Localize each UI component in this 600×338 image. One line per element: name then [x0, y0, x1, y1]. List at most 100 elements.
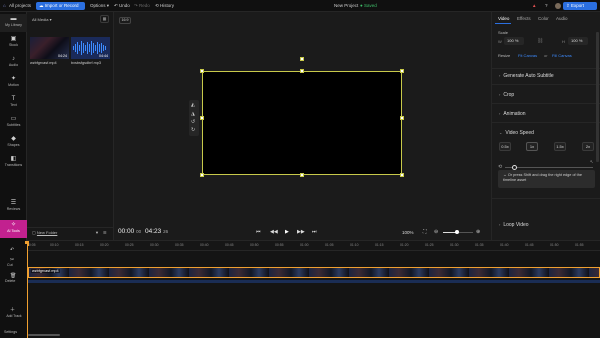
resize-handle[interactable] — [300, 173, 304, 177]
speed-1x[interactable]: 1x — [526, 142, 538, 151]
redo-icon: ↷ — [134, 3, 138, 8]
media-filter-dropdown[interactable]: All Media ▾ — [32, 17, 52, 22]
skip-end-icon[interactable]: ⏭ — [312, 229, 317, 235]
delete-label: Delete — [5, 279, 16, 283]
settings-label[interactable]: Settings — [4, 330, 17, 334]
text-icon: T — [11, 96, 16, 102]
rail-item-stock[interactable]: ▣ Stock — [0, 34, 27, 52]
resize-handle[interactable] — [400, 69, 404, 73]
resize-handle[interactable] — [400, 116, 404, 120]
resize-handle[interactable] — [400, 173, 404, 177]
timeline-tools: ↶ ✂ Cut 🗑 Delete ＋ Add Track Settings — [0, 244, 27, 338]
aspect-ratio-button[interactable]: 16:9 — [119, 17, 131, 24]
redo-button[interactable]: ↷ Redo — [134, 3, 150, 9]
link-icon[interactable]: ⛓ — [537, 38, 543, 44]
flip-vertical-icon[interactable]: ◮ — [191, 111, 195, 117]
canvas-toolbar: ◭ ◮ ↺ ↻ — [189, 100, 199, 136]
resize-handle[interactable] — [200, 69, 204, 73]
scale-height-input[interactable]: 100 % — [568, 37, 588, 45]
speed-hint: ↔ Or press Shift and drag the right edge… — [498, 170, 595, 188]
speed-2x[interactable]: 2x — [582, 142, 594, 151]
section-auto-subtitle[interactable]: › Generate Auto Subtitle — [499, 73, 554, 79]
section-loop-video[interactable]: › Loop Video — [499, 222, 529, 228]
rotate-right-icon[interactable]: ↻ — [191, 127, 195, 133]
new-folder-button[interactable]: ▢ New Folder — [32, 230, 57, 235]
history-icon: ⟲ — [155, 3, 159, 8]
scrollbar[interactable] — [596, 32, 599, 162]
flip-horizontal-icon[interactable]: ◭ — [191, 102, 195, 108]
rail-item-shapes[interactable]: ◆ Shapes — [0, 134, 27, 152]
tab-color[interactable]: Color — [538, 16, 549, 21]
speed-1-5x[interactable]: 1.5x — [554, 142, 566, 151]
add-track-label: Add Track — [6, 314, 22, 318]
folder-icon: ▬ — [10, 16, 17, 22]
rotate-handle[interactable] — [300, 57, 304, 61]
rotate-left-icon[interactable]: ↺ — [191, 119, 195, 125]
forward-icon[interactable]: ▶▶ — [297, 229, 305, 235]
rail-item-subtitles[interactable]: ▭ Subtitles — [0, 114, 27, 132]
notification-icon[interactable]: ▲ — [532, 3, 536, 9]
home-icon[interactable]: ⌂ — [3, 3, 6, 9]
rail-item-my-library[interactable]: ▬ My Library — [0, 14, 27, 32]
all-projects-link[interactable]: All projects — [9, 3, 31, 9]
help-icon[interactable]: ? — [545, 3, 548, 9]
avatar[interactable] — [555, 3, 561, 9]
speed-slider[interactable] — [505, 167, 593, 168]
rail-item-ai-tools[interactable]: ✧ AI Tools — [0, 220, 27, 238]
timeline-ruler[interactable]: 00:05 00:10 00:15 00:20 00:25 00:30 00:3… — [27, 241, 600, 251]
saved-status: ● Saved — [360, 3, 377, 8]
video-clip[interactable]: wzbfgrvasf.mp4 — [28, 267, 600, 278]
rewind-icon[interactable]: ◀◀ — [270, 229, 278, 235]
media-thumbnail-audio[interactable]: 04:44 — [71, 37, 110, 59]
resize-handle[interactable] — [300, 69, 304, 73]
project-title[interactable]: New Project — [334, 3, 358, 9]
add-track-icon[interactable]: ＋ — [10, 306, 15, 313]
filter-icon[interactable]: ▼ — [95, 230, 99, 235]
undo-button[interactable]: ↶ Undo — [114, 3, 130, 9]
scale-width-input[interactable]: 100 % — [504, 37, 524, 45]
resize-handle[interactable] — [200, 116, 204, 120]
tab-video[interactable]: Video — [498, 16, 509, 21]
playhead-line[interactable] — [27, 241, 28, 338]
zoom-slider-thumb[interactable] — [455, 230, 459, 234]
zoom-level[interactable]: 100% — [402, 230, 414, 235]
media-panel: All Media ▾ ▦ 04:24 wzbfgrvasf.mp4 04:44… — [27, 12, 114, 240]
fill-canvas-link[interactable]: Fill Canvas — [552, 53, 572, 58]
undo-icon[interactable]: ↶ — [10, 247, 14, 253]
tab-effects[interactable]: Effects — [517, 16, 531, 21]
resize-handle[interactable] — [200, 173, 204, 177]
play-icon[interactable]: ▶ — [285, 229, 289, 235]
properties-panel: Video Effects Color Audio Scale W 100 % … — [491, 12, 600, 240]
timeline-scrollbar[interactable] — [28, 334, 60, 336]
section-crop[interactable]: › Crop — [499, 92, 514, 98]
transitions-icon: ◧ — [10, 156, 17, 162]
audio-waveform-track[interactable] — [28, 280, 600, 283]
fit-canvas-link[interactable]: Fit Canvas — [518, 53, 537, 58]
rail-item-text[interactable]: T Text — [0, 94, 27, 112]
options-menu[interactable]: Options ▾ — [90, 3, 109, 9]
rail-item-motion[interactable]: ✦ Motion — [0, 74, 27, 92]
import-record-button[interactable]: ☁ Import or Record — [36, 2, 85, 10]
zoom-in-icon[interactable]: ⊕ — [476, 229, 480, 235]
rail-item-audio[interactable]: ♪ Audio — [0, 54, 27, 72]
height-label: H — [562, 39, 565, 44]
ai-tools-icon: ✧ — [10, 222, 17, 228]
export-button[interactable]: ⇪ Export — [563, 2, 597, 10]
list-view-icon[interactable]: ☰ — [103, 230, 107, 235]
grid-view-icon[interactable]: ▦ — [100, 15, 109, 23]
zoom-out-icon[interactable]: ⊖ — [434, 229, 438, 235]
motion-icon: ✦ — [10, 76, 17, 82]
tab-audio[interactable]: Audio — [556, 16, 568, 21]
history-button[interactable]: ⟲ History — [155, 3, 174, 9]
video-canvas[interactable] — [202, 71, 402, 175]
resize-label: Resize — [498, 53, 511, 58]
fit-screen-icon[interactable]: ⛶ — [423, 229, 427, 235]
section-animation[interactable]: › Animation — [499, 111, 526, 117]
section-video-speed[interactable]: ⌄ Video Speed — [499, 130, 534, 136]
rail-item-reviews[interactable]: ☰ Reviews — [0, 198, 27, 216]
media-thumbnail-video[interactable]: 04:24 — [30, 37, 69, 59]
rail-item-transitions[interactable]: ◧ Transitions — [0, 154, 27, 172]
export-icon: ⇪ — [566, 3, 570, 8]
speed-0-5x[interactable]: 0.5x — [499, 142, 511, 151]
skip-start-icon[interactable]: ⏮ — [256, 229, 261, 235]
